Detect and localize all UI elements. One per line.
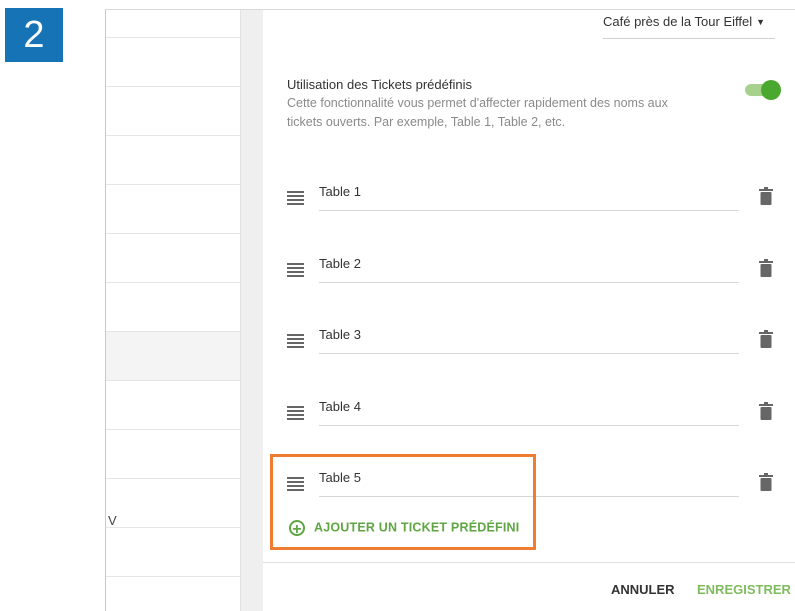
list-item-selected[interactable]	[106, 332, 240, 381]
list-item[interactable]	[106, 577, 240, 611]
store-select[interactable]: Café près de la Tour Eiffel ▼	[603, 14, 775, 39]
footer-divider	[263, 562, 795, 563]
drag-handle-icon[interactable]	[287, 263, 304, 278]
highlight-box	[270, 454, 536, 550]
list-item[interactable]	[106, 479, 240, 528]
list-item[interactable]	[106, 234, 240, 283]
list-item[interactable]	[106, 528, 240, 577]
ticket-row: Table 3	[263, 323, 795, 363]
trash-icon[interactable]	[759, 402, 773, 420]
toggle-knob	[761, 80, 781, 100]
predefined-tickets-toggle[interactable]	[745, 80, 781, 100]
drag-handle-icon[interactable]	[287, 191, 304, 206]
save-button[interactable]: ENREGISTRER	[697, 582, 791, 597]
ticket-name-input[interactable]: Table 3	[319, 323, 739, 354]
trash-icon[interactable]	[759, 259, 773, 277]
list-item[interactable]	[106, 38, 240, 87]
ticket-name-input[interactable]: Table 1	[319, 180, 739, 211]
step-badge: 2	[5, 8, 63, 62]
list-item[interactable]	[106, 283, 240, 332]
cancel-button[interactable]: ANNULER	[611, 582, 675, 597]
panel-divider	[240, 10, 263, 611]
list-item[interactable]	[106, 185, 240, 234]
feature-title: Utilisation des Tickets prédéfinis	[287, 77, 472, 92]
ticket-name-input[interactable]: Table 2	[319, 252, 739, 283]
list-item-partial-text: V	[108, 513, 117, 528]
left-list: V	[106, 10, 240, 611]
list-item[interactable]	[106, 10, 240, 38]
list-item[interactable]	[106, 381, 240, 430]
trash-icon[interactable]	[759, 330, 773, 348]
feature-description: Cette fonctionnalité vous permet d'affec…	[287, 96, 668, 129]
ticket-row: Table 1	[263, 180, 795, 220]
list-item[interactable]	[106, 430, 240, 479]
list-item[interactable]	[106, 87, 240, 136]
drag-handle-icon[interactable]	[287, 334, 304, 349]
ticket-row: Table 4	[263, 395, 795, 435]
store-select-value: Café près de la Tour Eiffel	[603, 14, 753, 29]
trash-icon[interactable]	[759, 473, 773, 491]
dropdown-arrow-icon: ▼	[756, 17, 766, 27]
list-item[interactable]	[106, 136, 240, 185]
drag-handle-icon[interactable]	[287, 406, 304, 421]
trash-icon[interactable]	[759, 187, 773, 205]
ticket-name-input[interactable]: Table 4	[319, 395, 739, 426]
ticket-row: Table 2	[263, 252, 795, 292]
